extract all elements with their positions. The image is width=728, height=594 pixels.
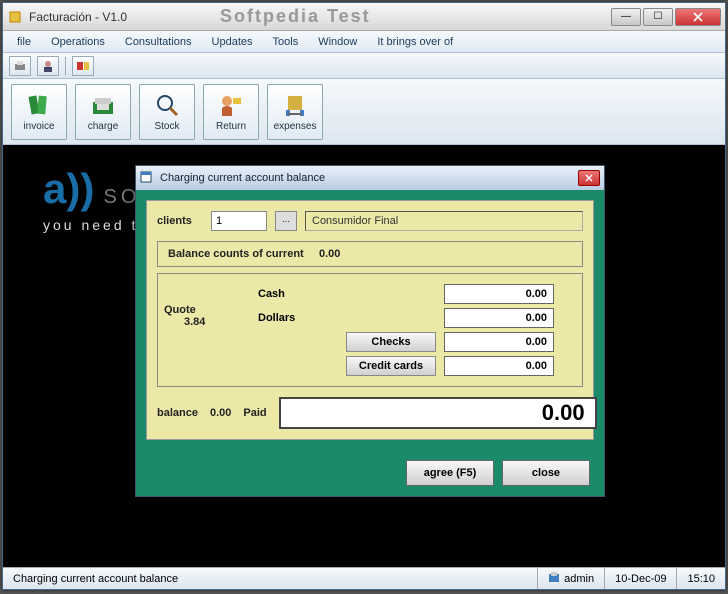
return-label: Return [216,121,246,132]
expenses-label: expenses [274,121,317,132]
window-controls: — ☐ [611,8,721,26]
status-time: 15:10 [676,568,725,589]
balance-counts-label: Balance counts of current [168,248,304,260]
payment-group: Quote 3.84 Cash Dollars [157,273,583,387]
checks-input[interactable] [444,332,554,352]
paid-row: balance 0.00 Paid [157,397,583,429]
cash-input[interactable] [444,284,554,304]
stock-icon [153,91,181,119]
menu-brings-over[interactable]: It brings over of [367,33,463,51]
balance-counts-value: 0.00 [319,248,340,260]
dollars-input[interactable] [444,308,554,328]
main-window: Facturación - V1.0 Softpedia Test — ☐ fi… [2,2,726,590]
quote-block: Quote 3.84 [164,304,205,328]
balance-label: balance [157,407,198,419]
charging-dialog: Charging current account balance clients… [135,165,605,497]
status-user-cell: admin [537,568,604,589]
charge-icon [89,91,117,119]
clients-row: clients ⋯ Consumidor Final [157,211,583,231]
status-message: Charging current account balance [3,568,537,589]
menu-tools[interactable]: Tools [263,33,309,51]
menu-bar: file Operations Consultations Updates To… [3,31,725,53]
invoice-button[interactable]: invoice [11,84,67,140]
dialog-close-button[interactable] [578,170,600,186]
print-icon[interactable] [9,56,31,76]
dollars-label: Dollars [258,312,338,324]
charge-button[interactable]: charge [75,84,131,140]
user-icon-small [548,571,560,586]
return-icon [217,91,245,119]
paid-input[interactable] [279,397,597,429]
menu-operations[interactable]: Operations [41,33,115,51]
stock-label: Stock [154,121,179,132]
clients-label: clients [157,215,203,227]
return-button[interactable]: Return [203,84,259,140]
module-icon[interactable] [72,56,94,76]
app-icon [7,9,23,25]
quote-value: 3.84 [184,316,205,328]
dialog-panel: clients ⋯ Consumidor Final Balance count… [146,200,594,440]
paid-label: Paid [243,407,266,419]
balance-counts-group: Balance counts of current 0.00 [157,241,583,267]
stock-button[interactable]: Stock [139,84,195,140]
main-toolbar: invoice charge Stock Return expenses [3,79,725,145]
dialog-icon [140,171,154,185]
checks-button[interactable]: Checks [346,332,436,352]
charge-label: charge [88,121,119,132]
cash-label: Cash [258,288,338,300]
client-name-display: Consumidor Final [305,211,583,231]
dialog-body: clients ⋯ Consumidor Final Balance count… [136,190,604,450]
status-date: 10-Dec-09 [604,568,676,589]
invoice-icon [25,91,53,119]
balance-value: 0.00 [210,407,231,419]
clients-lookup-button[interactable]: ⋯ [275,211,297,231]
dialog-close-btn[interactable]: close [502,460,590,486]
status-user: admin [564,573,594,585]
maximize-button[interactable]: ☐ [643,8,673,26]
agree-button[interactable]: agree (F5) [406,460,494,486]
user-icon[interactable] [37,56,59,76]
dialog-title: Charging current account balance [160,172,578,184]
credit-cards-button[interactable]: Credit cards [346,356,436,376]
menu-updates[interactable]: Updates [202,33,263,51]
menu-consultations[interactable]: Consultations [115,33,202,51]
dialog-buttons: agree (F5) close [136,450,604,496]
dialog-titlebar: Charging current account balance [136,166,604,190]
clients-input[interactable] [211,211,267,231]
content-area: a)) SOFTPEDIA you need th Charging curre… [3,145,725,567]
titlebar: Facturación - V1.0 Softpedia Test — ☐ [3,3,725,31]
window-title: Facturación - V1.0 [29,10,611,24]
menu-file[interactable]: file [7,33,41,51]
status-bar: Charging current account balance admin 1… [3,567,725,589]
menu-window[interactable]: Window [308,33,367,51]
expenses-icon [281,91,309,119]
close-button[interactable] [675,8,721,26]
minimize-button[interactable]: — [611,8,641,26]
expenses-button[interactable]: expenses [267,84,323,140]
small-toolbar [3,53,725,79]
logo-arcs: a)) [43,165,94,212]
invoice-label: invoice [23,121,54,132]
credit-cards-input[interactable] [444,356,554,376]
quote-label: Quote [164,304,205,316]
